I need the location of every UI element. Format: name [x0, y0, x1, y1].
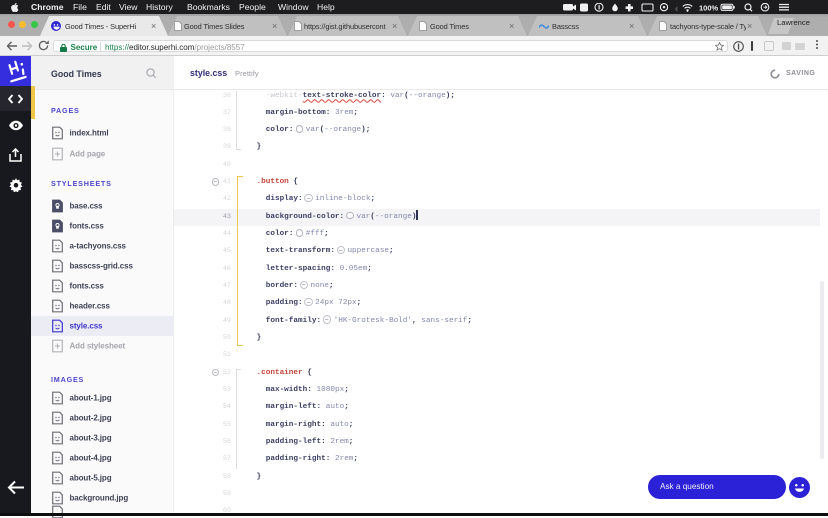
svg-text:100%: 100%: [699, 3, 719, 12]
